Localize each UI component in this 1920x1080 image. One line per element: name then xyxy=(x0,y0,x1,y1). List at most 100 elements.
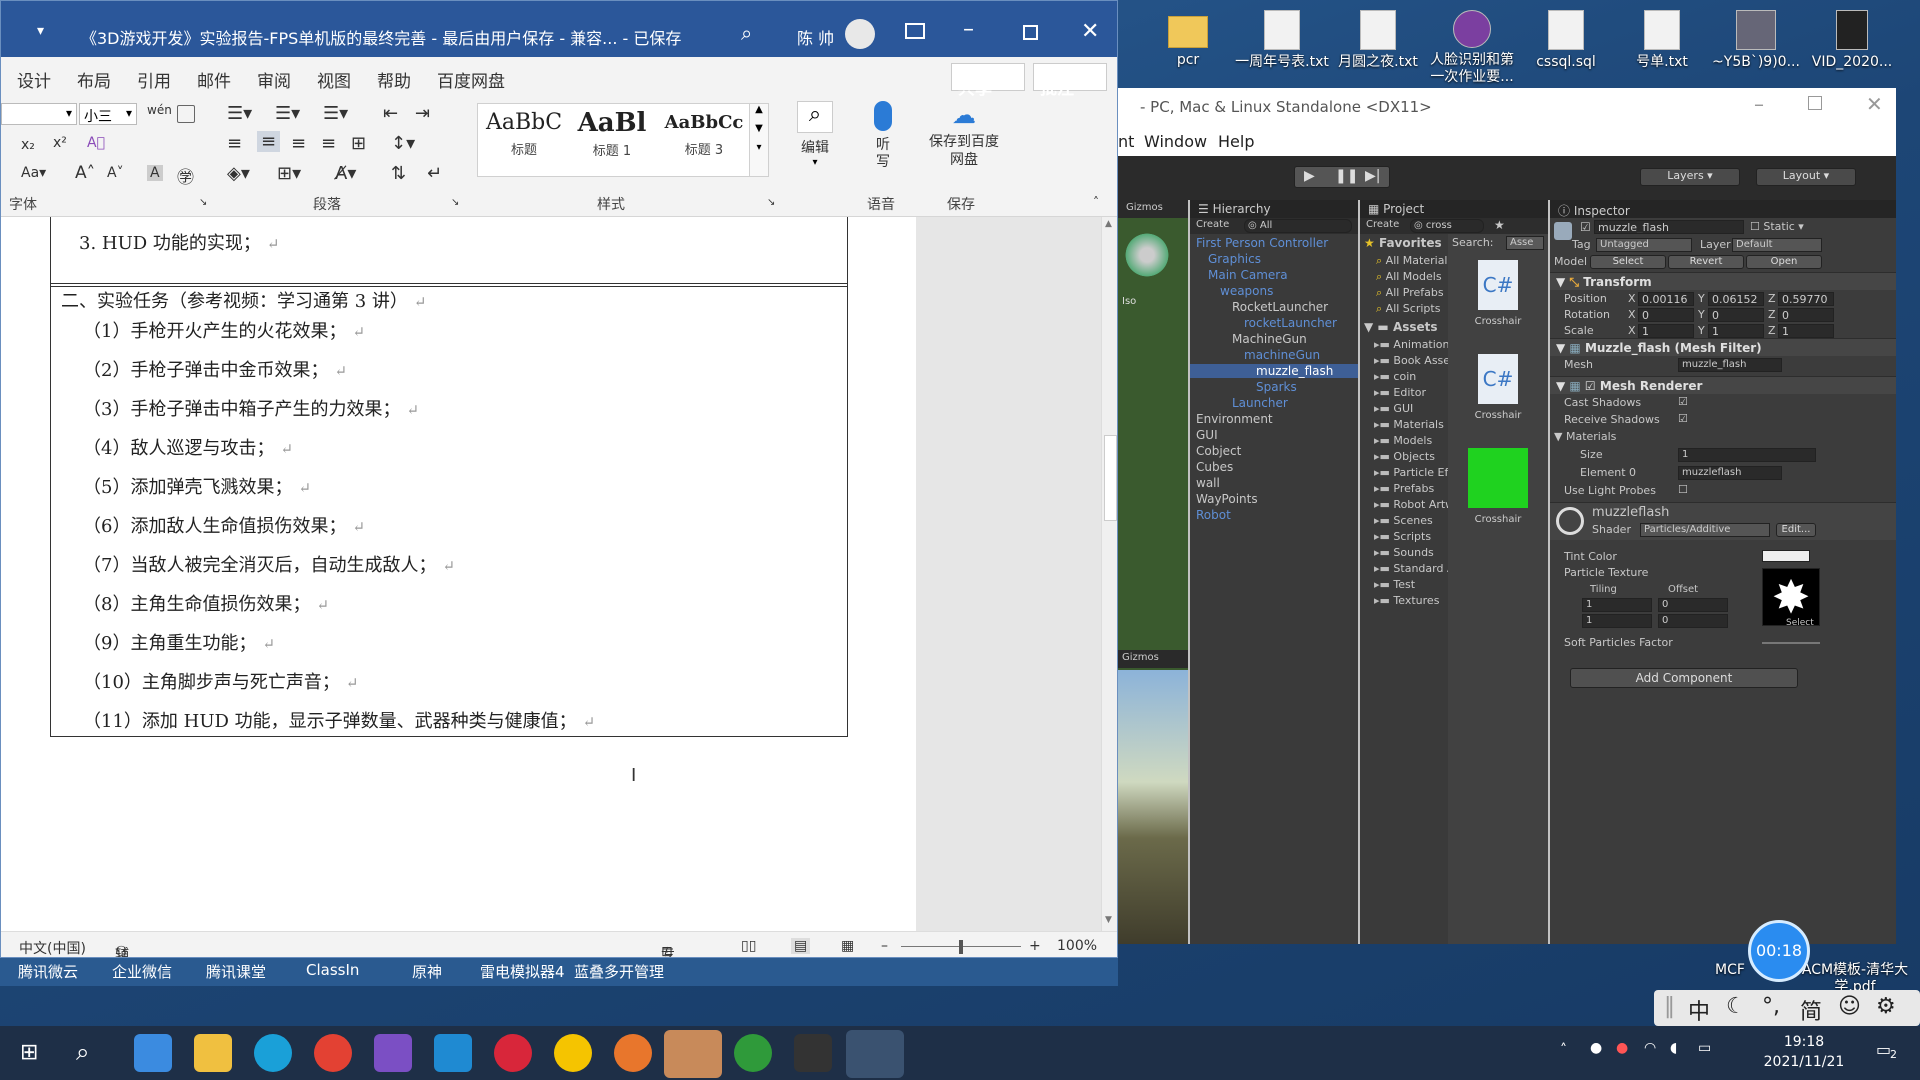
hierarchy-tab[interactable]: ☰ Hierarchy xyxy=(1190,200,1358,218)
borders-icon[interactable]: ⊞▾ xyxy=(277,163,301,184)
favorite-item[interactable]: ⌕ All Scripts xyxy=(1376,302,1440,316)
material-header[interactable]: muzzleflash Shader Particles/Additive Ed… xyxy=(1550,502,1896,540)
task-item[interactable]: （7）当敌人被完全消灭后，自动生成敌人； ↵ xyxy=(83,551,455,577)
hierarchy-item[interactable]: Robot xyxy=(1190,508,1358,522)
hierarchy-item[interactable]: Environment xyxy=(1190,412,1358,426)
bullets-icon[interactable]: ☰▾ xyxy=(227,103,252,124)
hierarchy-item[interactable]: Cubes xyxy=(1190,460,1358,474)
shader-dropdown[interactable]: Particles/Additive xyxy=(1640,523,1770,537)
minimize-icon[interactable]: – xyxy=(1754,92,1764,116)
user-name[interactable]: 陈 帅 xyxy=(797,25,834,49)
distributed-icon[interactable]: ⊞ xyxy=(351,133,366,154)
decrease-indent-icon[interactable]: ⇤ xyxy=(383,103,398,124)
shortcut-tencent-classroom[interactable]: 腾讯课堂 xyxy=(206,961,266,982)
read-mode-icon[interactable]: ▯▯ xyxy=(741,938,756,954)
hierarchy-item[interactable]: machineGun xyxy=(1190,348,1358,362)
tab-layout[interactable]: 布局 xyxy=(77,67,111,92)
hierarchy-item[interactable]: WayPoints xyxy=(1190,492,1358,506)
game-view[interactable] xyxy=(1118,670,1188,944)
hierarchy-item[interactable]: Launcher xyxy=(1190,396,1358,410)
document-title[interactable]: 《3D游戏开发》实验报告-FPS单机版的最终完善 - 最后由用户保存 - 兼容.… xyxy=(81,25,681,49)
desktop-icon-pcr[interactable]: pcr xyxy=(1140,2,1236,69)
star-icon[interactable]: ★ xyxy=(1494,218,1505,232)
shading-icon[interactable]: ◈▾ xyxy=(227,163,250,184)
minimize-icon[interactable]: – xyxy=(963,17,974,42)
ime-chinese-mode[interactable]: 中 xyxy=(1688,994,1710,1026)
asset-folder[interactable]: ▸▬ coin xyxy=(1374,370,1448,383)
style-heading3[interactable]: AaBbCc 标题 3 xyxy=(658,112,750,158)
hierarchy-item[interactable]: weapons xyxy=(1190,284,1358,298)
show-marks-icon[interactable]: ↵ xyxy=(427,163,442,184)
menu-item-window[interactable]: Window xyxy=(1144,132,1207,151)
receive-shadows-checkbox[interactable]: ☑ xyxy=(1678,412,1688,425)
edit-button[interactable]: ⌕ 编辑 ▾ xyxy=(793,101,837,177)
scroll-up-icon[interactable]: ▲ xyxy=(1105,219,1112,229)
transform-y-field[interactable]: 1 xyxy=(1708,324,1764,338)
favorite-item[interactable]: ⌕ All Material xyxy=(1376,254,1448,268)
zoom-in-icon[interactable]: + xyxy=(1029,938,1041,954)
shortcut-classin[interactable]: ClassIn xyxy=(306,961,359,979)
tint-color-swatch[interactable] xyxy=(1762,550,1810,562)
character-border-icon[interactable] xyxy=(177,105,195,123)
asset-folder[interactable]: ▸▬ Objects xyxy=(1374,450,1448,463)
language-status[interactable]: 中文(中国) xyxy=(19,938,86,957)
shortcut-wecom[interactable]: 企业微信 xyxy=(112,961,172,982)
chrome-icon[interactable] xyxy=(314,1034,352,1072)
light-probes-checkbox[interactable]: ☐ xyxy=(1678,483,1688,496)
app-yellow-icon[interactable] xyxy=(554,1034,592,1072)
inspector-tab[interactable]: ⓘ Inspector xyxy=(1550,200,1896,218)
layout-dropdown[interactable]: Layout ▾ xyxy=(1756,168,1856,186)
shortcut-bluestacks-manager[interactable]: 蓝叠多开管理 xyxy=(574,961,664,982)
increase-indent-icon[interactable]: ⇥ xyxy=(415,103,430,124)
mesh-field[interactable]: muzzle_flash xyxy=(1678,358,1782,372)
justify-icon[interactable]: ≡ xyxy=(321,133,336,154)
search-icon[interactable]: ⌕ xyxy=(741,21,752,45)
play-icon[interactable]: ▶ xyxy=(1304,168,1315,184)
shortcut-weiyun[interactable]: 腾讯微云 xyxy=(18,961,78,982)
texture-select-button[interactable]: Select xyxy=(1786,618,1814,628)
layer-dropdown[interactable]: Default xyxy=(1732,238,1822,252)
model-select-button[interactable]: Select xyxy=(1590,255,1666,269)
transform-x-field[interactable]: 0 xyxy=(1638,308,1694,322)
network-icon[interactable]: ◠ xyxy=(1644,1040,1656,1056)
project-search-input[interactable]: ◎ cross xyxy=(1410,219,1484,233)
hierarchy-item[interactable]: Main Camera xyxy=(1190,268,1358,282)
vertical-scrollbar[interactable]: ▲ ▼ xyxy=(1101,217,1117,931)
layers-dropdown[interactable]: Layers ▾ xyxy=(1640,168,1740,186)
shortcut-ldplayer[interactable]: 雷电模拟器4 xyxy=(480,961,565,982)
chevron-up-icon[interactable]: ▲ xyxy=(750,104,768,115)
recording-timer[interactable]: 00:18 xyxy=(1748,920,1810,982)
cast-shadows-checkbox[interactable]: ☑ xyxy=(1678,395,1688,408)
clock-date[interactable]: 2021/11/21 xyxy=(1744,1054,1864,1070)
styles-scroll[interactable]: ▲ ▼ ▾ xyxy=(749,103,769,177)
style-heading1[interactable]: AaBl 标题 1 xyxy=(570,108,654,159)
subscript-icon[interactable]: x₂ xyxy=(21,137,35,153)
materials-foldout[interactable]: ▼ Materials xyxy=(1554,430,1616,443)
add-component-button[interactable]: Add Component xyxy=(1570,668,1798,688)
doc-line-hud[interactable]: 3. HUD 功能的实现； ↵ xyxy=(79,229,280,255)
task-item[interactable]: （9）主角重生功能； ↵ xyxy=(83,629,275,655)
tab-references[interactable]: 引用 xyxy=(137,67,171,92)
zoom-out-icon[interactable]: – xyxy=(881,938,888,954)
model-revert-button[interactable]: Revert xyxy=(1668,255,1744,269)
ime-simplified-mode[interactable]: 简 xyxy=(1800,994,1822,1026)
asset-folder[interactable]: ▸▬ Editor xyxy=(1374,386,1448,399)
tiling-x-field[interactable]: 1 xyxy=(1582,598,1652,612)
scene-gizmo-icon[interactable] xyxy=(1122,230,1172,280)
comments-button[interactable]: ▭ 批注 xyxy=(1033,63,1107,99)
sort-icon[interactable]: ⇅ xyxy=(391,163,406,184)
tiling-y-field[interactable]: 1 xyxy=(1582,614,1652,628)
align-right-icon[interactable]: ≡ xyxy=(291,133,306,154)
tag-dropdown[interactable]: Untagged xyxy=(1596,238,1692,252)
collapse-ribbon-icon[interactable]: ˄ xyxy=(1093,195,1099,209)
menu-item-help[interactable]: Help xyxy=(1218,132,1254,151)
task-item[interactable]: （10）主角脚步声与死亡声音； ↵ xyxy=(83,668,358,694)
hierarchy-item[interactable]: Cobject xyxy=(1190,444,1358,458)
notification-icon[interactable]: ▭ xyxy=(1876,1040,1891,1059)
step-icon[interactable]: ▶| xyxy=(1365,168,1380,184)
asset-folder[interactable]: ▸▬ Animations xyxy=(1374,338,1448,351)
ribbon-display-icon[interactable] xyxy=(905,23,925,39)
file-explorer-icon[interactable] xyxy=(194,1034,232,1072)
windows-start-icon[interactable]: ⊞ xyxy=(20,1040,38,1065)
task-item[interactable]: （2）手枪子弹击中金币效果； ↵ xyxy=(83,356,347,382)
